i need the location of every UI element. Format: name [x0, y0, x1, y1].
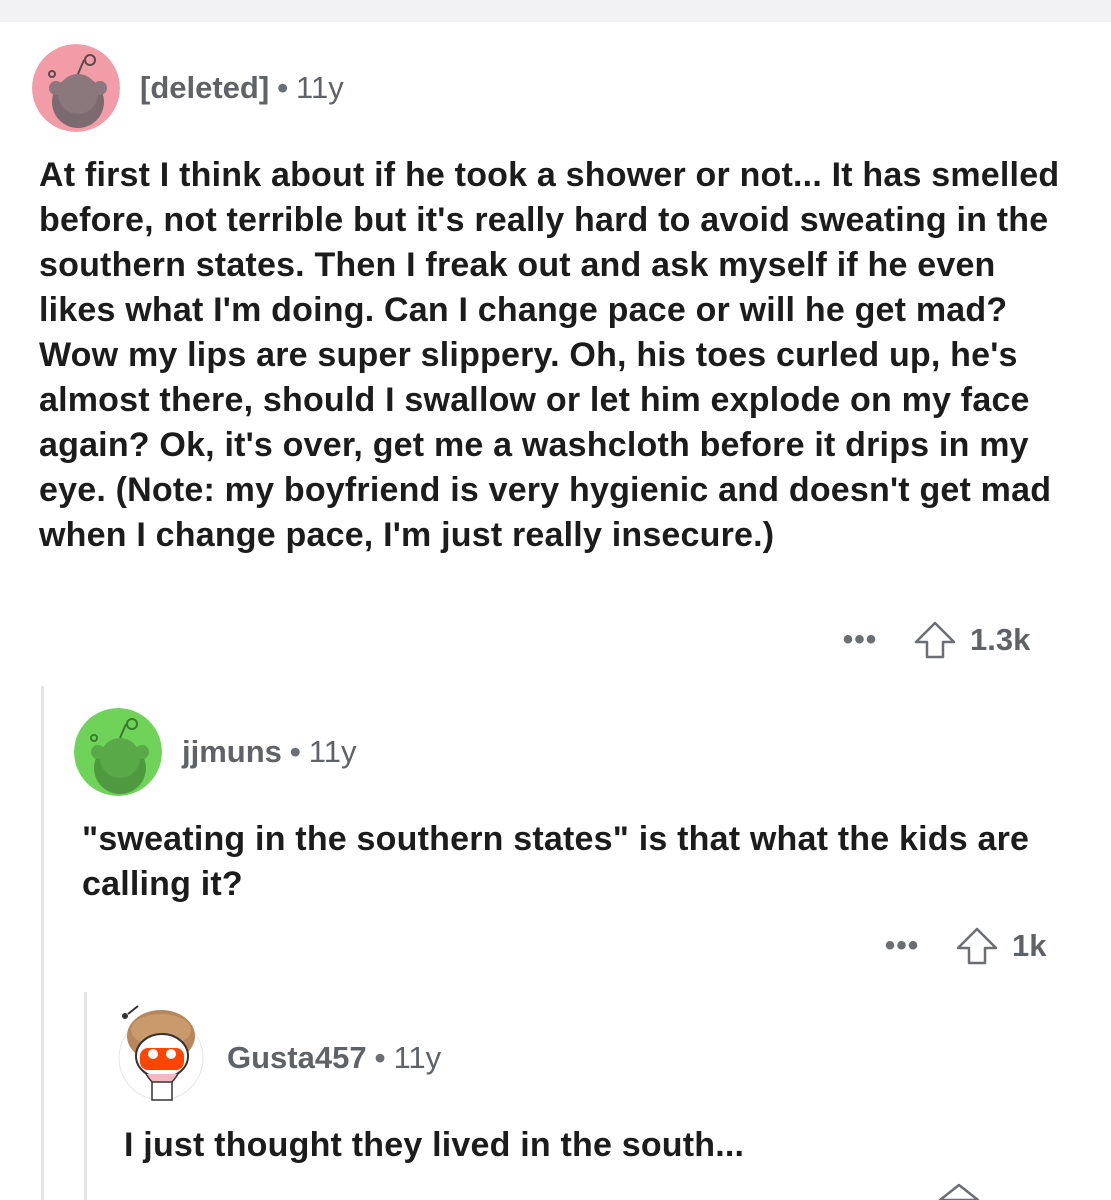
vote-score: 1k [1012, 928, 1047, 963]
separator-dot: • [277, 70, 289, 105]
top-status-strip [0, 0, 1111, 22]
snoo-avatar-icon [32, 44, 120, 132]
comment-body: "sweating in the southern states" is tha… [82, 820, 1030, 903]
snoo-character-avatar-icon [118, 1005, 204, 1101]
more-options-button[interactable]: ••• [830, 625, 890, 655]
upvote-arrow-icon[interactable] [912, 620, 958, 660]
comment-actions: ••• 1k [872, 926, 1046, 966]
separator-dot: • [374, 1040, 386, 1075]
author-name[interactable]: jjmuns [182, 734, 282, 769]
thread-line-level-2[interactable] [84, 992, 87, 1200]
upvote-arrow-icon[interactable] [954, 926, 1000, 966]
snoo-avatar-icon [74, 708, 162, 796]
comment-body: At first I think about if he took a show… [39, 156, 1060, 554]
more-options-button[interactable]: ••• [872, 931, 932, 961]
thread-line-level-1[interactable] [41, 686, 44, 1200]
comment-meta: jjmuns • 11y [182, 734, 356, 770]
upvote-arrow-icon[interactable] [936, 1182, 982, 1200]
comment-meta: Gusta457 • 11y [227, 1040, 441, 1076]
comment-age: 11y [308, 734, 357, 769]
author-name[interactable]: Gusta457 [227, 1040, 367, 1075]
comment-actions: ••• 1.3k [830, 620, 1030, 660]
vote-score: 1.3k [970, 622, 1031, 657]
comment-body: I just thought they lived in the south..… [124, 1126, 745, 1164]
comment-meta: [deleted] • 11y [140, 70, 344, 106]
separator-dot: • [289, 734, 301, 769]
avatar[interactable] [74, 708, 162, 796]
author-name[interactable]: [deleted] [140, 70, 269, 105]
avatar[interactable] [32, 44, 120, 132]
avatar[interactable] [116, 1000, 206, 1104]
comment-age: 11y [393, 1040, 442, 1075]
comment-age: 11y [296, 70, 344, 105]
